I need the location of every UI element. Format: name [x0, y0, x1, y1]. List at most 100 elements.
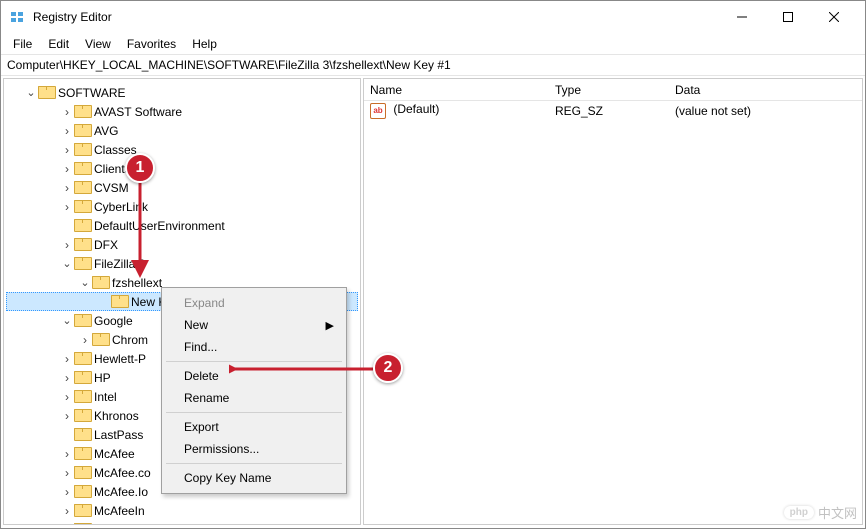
- title-bar: Registry Editor: [1, 1, 865, 33]
- minimize-button[interactable]: [719, 1, 765, 33]
- tree-label: HP: [94, 371, 111, 385]
- expand-toggle-icon[interactable]: [60, 409, 74, 423]
- menu-edit[interactable]: Edit: [40, 35, 77, 53]
- expand-toggle-icon[interactable]: [60, 162, 74, 176]
- tree-label: Khronos: [94, 409, 139, 423]
- expand-toggle-icon[interactable]: [60, 314, 74, 328]
- expand-toggle-icon[interactable]: [60, 504, 74, 518]
- expand-toggle-icon[interactable]: [60, 485, 74, 499]
- tree-label: Chrom: [112, 333, 148, 347]
- col-header-data[interactable]: Data: [669, 83, 862, 97]
- ctx-rename[interactable]: Rename: [164, 387, 344, 409]
- expand-toggle-icon[interactable]: [60, 523, 74, 526]
- expand-toggle-icon[interactable]: [60, 200, 74, 214]
- tree-label: McAfeeIn: [94, 504, 145, 518]
- tree-item[interactable]: FileZilla 3: [6, 254, 358, 273]
- tree-item[interactable]: Classes: [6, 140, 358, 159]
- folder-icon: [74, 143, 90, 156]
- ctx-separator: [166, 463, 342, 464]
- menu-favorites[interactable]: Favorites: [119, 35, 184, 53]
- tree-item[interactable]: DFX: [6, 235, 358, 254]
- tree-item[interactable]: Microsoft: [6, 520, 358, 525]
- window-controls: [719, 1, 857, 33]
- annotation-arrow-2: [229, 361, 377, 377]
- expand-toggle-icon[interactable]: [24, 86, 38, 100]
- annotation-1-label: 1: [136, 159, 145, 177]
- expand-toggle-icon[interactable]: [60, 447, 74, 461]
- watermark-logo: php: [784, 506, 814, 519]
- folder-icon: [111, 295, 127, 308]
- ctx-expand: Expand: [164, 292, 344, 314]
- annotation-marker-2: 2: [373, 353, 403, 383]
- tree-label: McAfee: [94, 447, 135, 461]
- ctx-separator: [166, 412, 342, 413]
- col-header-type[interactable]: Type: [549, 83, 669, 97]
- folder-icon: [74, 447, 90, 460]
- expand-toggle-icon[interactable]: [60, 466, 74, 480]
- ctx-export[interactable]: Export: [164, 416, 344, 438]
- tree-item-software[interactable]: SOFTWARE: [6, 83, 358, 102]
- tree-label: LastPass: [94, 428, 143, 442]
- tree-item[interactable]: DefaultUserEnvironment: [6, 216, 358, 235]
- expand-toggle-icon[interactable]: [60, 371, 74, 385]
- expand-toggle-icon[interactable]: [60, 238, 74, 252]
- tree-item[interactable]: AVAST Software: [6, 102, 358, 121]
- folder-icon: [74, 257, 90, 270]
- expand-toggle-icon[interactable]: [60, 257, 74, 271]
- expand-toggle-spacer: [60, 428, 74, 442]
- folder-icon: [74, 485, 90, 498]
- expand-toggle-icon[interactable]: [60, 181, 74, 195]
- ctx-copy-key-name[interactable]: Copy Key Name: [164, 467, 344, 489]
- expand-toggle-icon[interactable]: [60, 143, 74, 157]
- folder-icon: [74, 124, 90, 137]
- tree-item[interactable]: McAfeeIn: [6, 501, 358, 520]
- main-area: SOFTWAREAVAST SoftwareAVGClassesClients C…: [1, 76, 865, 527]
- annotation-2-label: 2: [384, 359, 393, 377]
- expand-toggle-icon[interactable]: [60, 352, 74, 366]
- folder-icon: [74, 523, 90, 525]
- ctx-new[interactable]: New ▶: [164, 314, 344, 336]
- ctx-find[interactable]: Find...: [164, 336, 344, 358]
- expand-toggle-spacer: [97, 295, 111, 309]
- tree-item[interactable]: CyberLink: [6, 197, 358, 216]
- list-header: Name Type Data: [364, 79, 862, 101]
- folder-icon: [74, 181, 90, 194]
- folder-icon: [74, 162, 90, 175]
- expand-toggle-icon[interactable]: [78, 276, 92, 290]
- col-header-name[interactable]: Name: [364, 83, 549, 97]
- folder-icon: [74, 352, 90, 365]
- expand-toggle-icon[interactable]: [60, 124, 74, 138]
- tree-item[interactable]: Clients: [6, 159, 358, 178]
- ctx-permissions[interactable]: Permissions...: [164, 438, 344, 460]
- submenu-arrow-icon: ▶: [326, 319, 334, 332]
- expand-toggle-icon[interactable]: [60, 105, 74, 119]
- list-row[interactable]: ab (Default) REG_SZ (value not set): [364, 101, 862, 120]
- folder-icon: [74, 105, 90, 118]
- folder-icon: [38, 86, 54, 99]
- annotation-marker-1: 1: [125, 153, 155, 183]
- tree-label: CVSM: [94, 181, 129, 195]
- value-name: (Default): [393, 102, 439, 116]
- address-bar[interactable]: Computer\HKEY_LOCAL_MACHINE\SOFTWARE\Fil…: [1, 55, 865, 76]
- value-name-cell: ab (Default): [364, 102, 549, 119]
- annotation-arrow-1: [125, 179, 155, 283]
- folder-icon: [92, 333, 108, 346]
- maximize-button[interactable]: [765, 1, 811, 33]
- folder-icon: [74, 390, 90, 403]
- menu-help[interactable]: Help: [184, 35, 225, 53]
- window-title: Registry Editor: [33, 10, 719, 24]
- tree-item[interactable]: AVG: [6, 121, 358, 140]
- tree-label: DFX: [94, 238, 118, 252]
- list-pane[interactable]: Name Type Data ab (Default) REG_SZ (valu…: [363, 78, 863, 525]
- folder-icon: [74, 504, 90, 517]
- watermark-text: 中文网: [818, 503, 857, 522]
- watermark: php 中文网: [784, 503, 857, 522]
- menu-view[interactable]: View: [77, 35, 119, 53]
- menu-file[interactable]: File: [5, 35, 40, 53]
- close-button[interactable]: [811, 1, 857, 33]
- expand-toggle-icon[interactable]: [78, 333, 92, 347]
- expand-toggle-icon[interactable]: [60, 390, 74, 404]
- tree-label: Google: [94, 314, 133, 328]
- expand-toggle-spacer: [60, 219, 74, 233]
- tree-item[interactable]: CVSM: [6, 178, 358, 197]
